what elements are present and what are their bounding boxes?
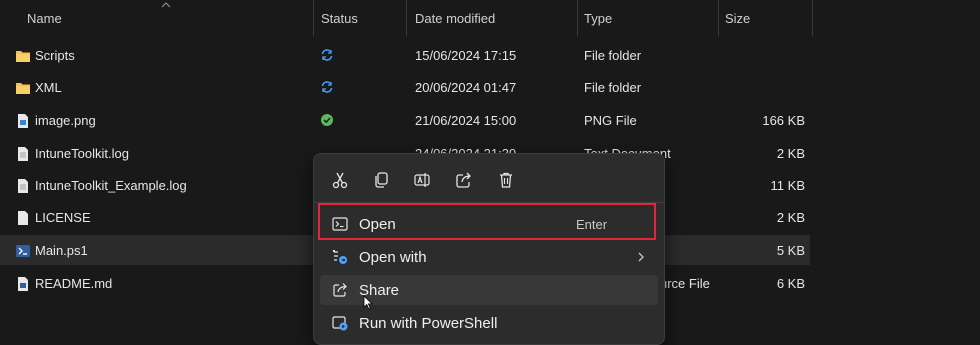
file-size: [700, 40, 805, 70]
sync-pending-icon: [321, 81, 333, 93]
file-date: 21/06/2024 15:00: [415, 113, 517, 128]
column-date-modified[interactable]: Date modified: [415, 0, 495, 36]
file-name: README.md: [35, 276, 113, 291]
file-name: IntuneToolkit.log: [35, 146, 129, 161]
open-with-icon: [333, 250, 347, 264]
file-name: LICENSE: [35, 210, 91, 225]
menu-item-label: Open with: [359, 249, 427, 266]
file-name: Main.ps1: [35, 243, 88, 258]
column-divider[interactable]: [313, 0, 314, 36]
menu-item-label: Run with PowerShell: [359, 315, 498, 332]
file-name: XML: [35, 80, 62, 95]
rename-button[interactable]: [410, 168, 434, 192]
menu-item-shortcut: Enter: [576, 217, 608, 232]
file-row[interactable]: XML 20/06/2024 01:47 File folder: [0, 72, 810, 102]
sync-pending-icon: [321, 49, 333, 61]
folder-icon: [16, 51, 30, 62]
column-name[interactable]: Name: [27, 0, 62, 36]
share-icon: [456, 172, 471, 188]
file-size: 11 KB: [770, 178, 805, 193]
column-header: Name Status Date modified Type Size: [0, 0, 980, 36]
markdown-file-icon: [18, 277, 28, 291]
cut-button[interactable]: [328, 168, 352, 192]
menu-item-open-with[interactable]: Open with: [320, 242, 658, 272]
synced-check-icon: [321, 114, 333, 126]
document-icon: [18, 211, 28, 225]
column-type[interactable]: Type: [584, 0, 612, 36]
file-size: 2 KB: [776, 210, 805, 225]
powershell-icon: [332, 217, 348, 231]
file-date: 15/06/2024 17:15: [415, 48, 517, 63]
file-size: 166 KB: [762, 113, 805, 128]
cut-icon: [332, 172, 348, 189]
image-file-icon: [18, 114, 28, 128]
folder-icon: [16, 83, 30, 94]
copy-button[interactable]: [369, 168, 393, 192]
column-divider[interactable]: [577, 0, 578, 36]
column-divider[interactable]: [406, 0, 407, 36]
mouse-cursor-icon: [363, 295, 373, 310]
menu-item-label: Open: [359, 216, 396, 233]
file-type: PNG File: [584, 113, 637, 128]
copy-icon: [375, 172, 388, 188]
column-divider[interactable]: [812, 0, 813, 36]
menu-item-open[interactable]: Open Enter: [320, 209, 658, 239]
file-name: image.png: [35, 113, 96, 128]
column-divider[interactable]: [718, 0, 719, 36]
sort-ascending-icon: [161, 2, 171, 8]
file-size: [700, 72, 805, 102]
chevron-right-icon: [638, 252, 644, 262]
file-name: IntuneToolkit_Example.log: [35, 178, 187, 193]
file-size: 2 KB: [776, 146, 805, 161]
menu-divider: [314, 202, 664, 203]
file-type: File folder: [584, 48, 642, 63]
column-status[interactable]: Status: [321, 0, 358, 36]
file-row[interactable]: image.png 21/06/2024 15:00 PNG File 166 …: [0, 105, 810, 135]
column-size[interactable]: Size: [725, 0, 750, 36]
powershell-file-icon: [16, 245, 30, 257]
file-size: 6 KB: [776, 276, 805, 291]
file-date: 20/06/2024 01:47: [415, 80, 517, 95]
document-icon: [18, 179, 28, 193]
file-row[interactable]: Scripts 15/06/2024 17:15 File folder: [0, 40, 810, 70]
file-name: Scripts: [35, 48, 75, 63]
delete-button[interactable]: [494, 168, 518, 192]
share-button[interactable]: [452, 168, 476, 192]
file-type: File folder: [584, 80, 642, 95]
file-size: 5 KB: [776, 243, 805, 258]
context-menu: Open Enter Open with Share Run with Powe…: [313, 153, 665, 345]
document-icon: [18, 147, 28, 161]
menu-item-run-with-powershell[interactable]: Run with PowerShell: [320, 308, 658, 338]
share-icon: [333, 283, 347, 297]
rename-icon: [414, 173, 430, 187]
delete-icon: [500, 172, 512, 188]
run-powershell-icon: [332, 316, 348, 331]
